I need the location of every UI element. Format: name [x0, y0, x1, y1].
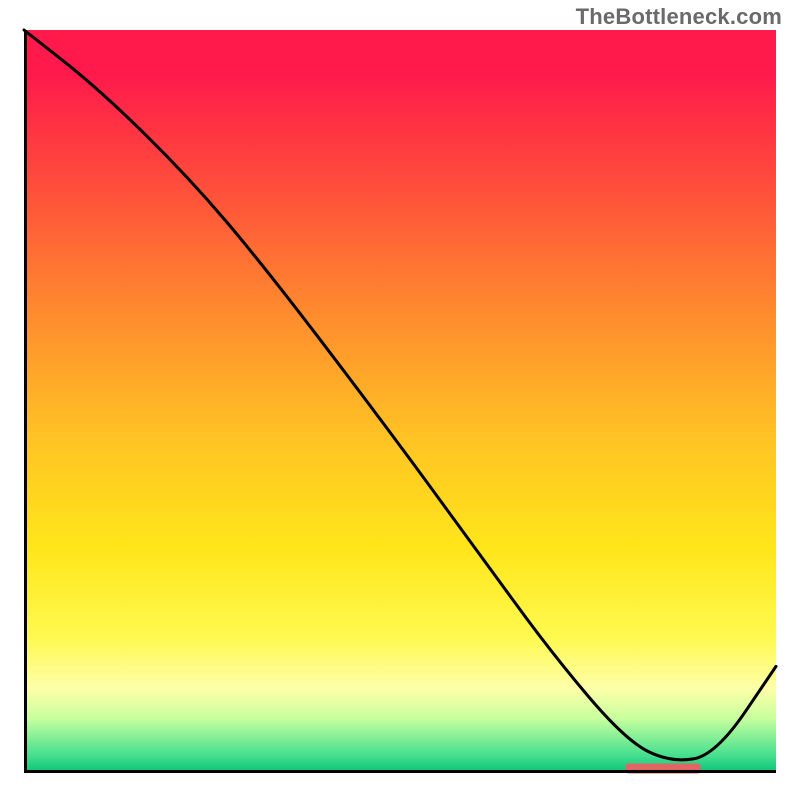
x-axis — [24, 770, 776, 773]
y-axis — [24, 30, 27, 770]
watermark-text: TheBottleneck.com — [576, 4, 782, 30]
curve-svg — [24, 30, 776, 770]
bottleneck-curve — [24, 30, 776, 760]
chart-page: TheBottleneck.com — [0, 0, 800, 800]
